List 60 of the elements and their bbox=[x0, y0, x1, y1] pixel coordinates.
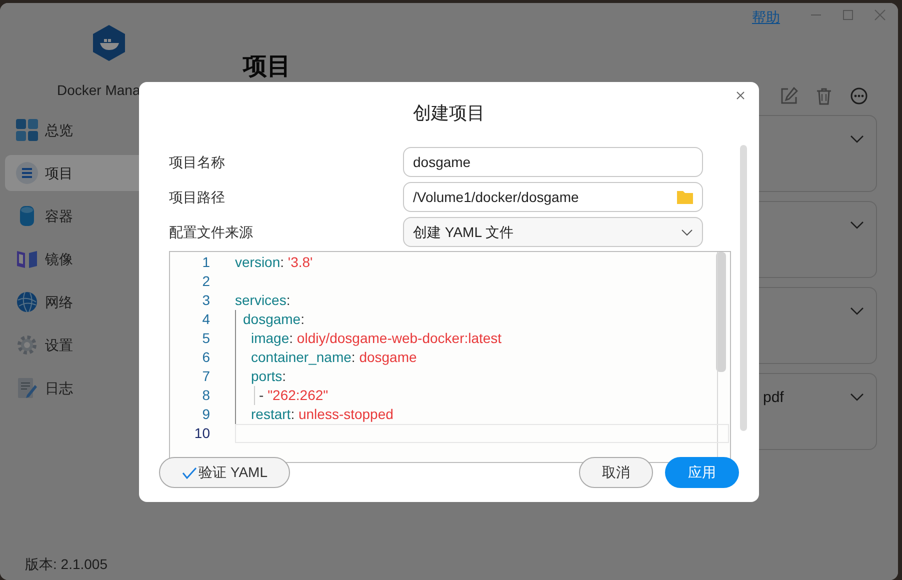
maximize-icon[interactable] bbox=[842, 9, 854, 21]
validate-yaml-button[interactable]: 验证 YAML bbox=[159, 457, 290, 488]
version-text: 版本: 2.1.005 bbox=[25, 555, 108, 574]
line-number: 3 bbox=[201, 291, 210, 310]
code-line: version: '3.8' bbox=[235, 253, 313, 272]
field-label: 配置文件来源 bbox=[169, 222, 253, 242]
sidebar-item[interactable]: 容器 bbox=[5, 198, 145, 234]
apply-button[interactable]: 应用 bbox=[665, 457, 739, 488]
field-label: 项目名称 bbox=[169, 152, 225, 172]
app-name: Docker Mana bbox=[57, 81, 142, 100]
line-number: 10 bbox=[193, 424, 210, 443]
source-select[interactable]: 创建 YAML 文件 bbox=[403, 217, 703, 247]
line-number: 4 bbox=[201, 310, 210, 329]
gear-icon bbox=[16, 334, 38, 356]
more-icon[interactable] bbox=[850, 87, 868, 105]
line-number: 9 bbox=[201, 405, 210, 424]
code-line: image: oldiy/dosgame-web-docker:latest bbox=[251, 329, 502, 348]
line-number: 5 bbox=[201, 329, 210, 348]
list-icon bbox=[16, 162, 38, 184]
line-number: 8 bbox=[201, 386, 210, 405]
line-number: 7 bbox=[201, 367, 210, 386]
chevron-down-icon bbox=[681, 228, 693, 236]
sidebar-item[interactable]: 镜像 bbox=[5, 241, 145, 277]
folder-icon[interactable] bbox=[677, 190, 693, 204]
trash-icon[interactable] bbox=[815, 87, 833, 105]
page-title: 项目 bbox=[243, 52, 292, 82]
sidebar-item[interactable]: 总览 bbox=[5, 112, 145, 148]
code-line: container_name: dosgame bbox=[251, 348, 417, 367]
input-field[interactable]: /Volume1/docker/dosgame bbox=[403, 182, 703, 212]
sidebar-item[interactable]: 日志 bbox=[5, 370, 145, 406]
globe-icon bbox=[16, 291, 38, 313]
chevron-down-icon[interactable] bbox=[850, 135, 864, 143]
checkmark-icon bbox=[182, 466, 196, 478]
code-line: ports: bbox=[251, 367, 286, 386]
chevron-down-icon[interactable] bbox=[850, 221, 864, 229]
sidebar-item[interactable]: 设置 bbox=[5, 327, 145, 363]
close-icon[interactable] bbox=[736, 91, 745, 100]
code-line: services: bbox=[235, 291, 290, 310]
chevron-down-icon[interactable] bbox=[850, 307, 864, 315]
code-line: dosgame: bbox=[243, 310, 304, 329]
line-number: 1 bbox=[201, 253, 210, 272]
input-field[interactable]: dosgame bbox=[403, 147, 703, 177]
cancel-button[interactable]: 取消 bbox=[579, 457, 653, 488]
line-number: 2 bbox=[201, 272, 210, 291]
docker-logo-icon bbox=[92, 25, 126, 61]
grid-icon bbox=[16, 119, 38, 141]
document-icon bbox=[16, 377, 38, 399]
field-label: 项目路径 bbox=[169, 188, 225, 206]
scrollbar[interactable] bbox=[740, 145, 747, 431]
chevron-down-icon[interactable] bbox=[850, 393, 864, 401]
line-number: 6 bbox=[201, 348, 210, 367]
dialog-title: 创建项目 bbox=[413, 102, 485, 125]
card-title: pdf bbox=[763, 388, 784, 408]
book-icon bbox=[16, 248, 38, 270]
scrollbar-thumb[interactable] bbox=[716, 252, 726, 372]
edit-icon[interactable] bbox=[780, 87, 798, 105]
sidebar-item[interactable]: 网络 bbox=[5, 284, 145, 320]
code-line: restart: unless-stopped bbox=[251, 405, 394, 424]
yaml-editor[interactable]: 1 version: '3.8' 2 3 services: 4 dosgame: 5 image: oldiy/dosgame-web-docker:latest 6 container_name: dosgame 7 ports: 8 - "262:262" 9 restart: unless-stopped 10 bbox=[169, 251, 731, 463]
code-line: - "262:262" bbox=[259, 386, 328, 405]
